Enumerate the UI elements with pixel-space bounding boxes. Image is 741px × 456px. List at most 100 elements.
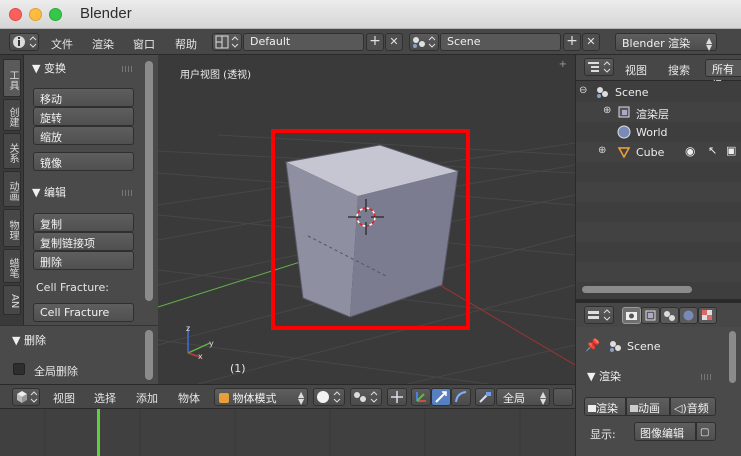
menu-window[interactable]: 窗口: [133, 36, 155, 52]
tab-create[interactable]: 创建: [3, 99, 21, 131]
render-engine-selector[interactable]: Blender 渲染: [615, 33, 717, 51]
global-delete-checkbox[interactable]: [13, 363, 25, 375]
render-image-button[interactable]: 渲染: [584, 397, 626, 416]
outliner-row-cube[interactable]: ⊕ Cube ◉ ↖ ▣: [576, 142, 741, 162]
menu-file[interactable]: 文件: [51, 36, 73, 52]
pin-icon[interactable]: 📌: [585, 338, 600, 352]
outliner-row-scene[interactable]: ⊖ Scene: [576, 82, 741, 102]
selectability-cursor-icon[interactable]: ↖: [708, 144, 717, 157]
translate-button[interactable]: 移动: [33, 88, 134, 107]
properties-region-toggle-icon[interactable]: +: [559, 59, 567, 70]
mirror-button[interactable]: 镜像: [33, 152, 134, 171]
texture-context-tab[interactable]: [698, 307, 717, 324]
properties-editor-type-button[interactable]: [584, 306, 614, 324]
minimize-window-button[interactable]: [29, 8, 42, 21]
world-context-tab[interactable]: [679, 307, 698, 324]
current-frame-marker[interactable]: [97, 409, 100, 456]
collapse-icon[interactable]: ⊖: [579, 85, 587, 96]
outliner-item-name: Scene: [615, 86, 649, 99]
tab-tools[interactable]: 工具: [3, 59, 21, 97]
manipulator-toggle[interactable]: [387, 388, 407, 406]
outliner-editor-type-button[interactable]: [584, 58, 614, 76]
viewport-shading-selector[interactable]: [313, 388, 345, 406]
screen-layout-selector[interactable]: [212, 33, 242, 51]
render-audio-label: 音频: [686, 402, 709, 415]
pivot-point-selector[interactable]: [350, 388, 382, 406]
translate-manipulator-button[interactable]: [411, 388, 431, 406]
duplicate-linked-button[interactable]: 复制链接项: [33, 232, 134, 251]
view3d-menu-select[interactable]: 选择: [94, 390, 116, 406]
properties-scrollbar[interactable]: [729, 331, 736, 383]
transform-panel-header[interactable]: ▼ 变换: [32, 60, 66, 76]
3d-viewport[interactable]: z y x 用户视图 (透视) (1) +: [158, 55, 575, 384]
add-scene-button[interactable]: +: [563, 33, 581, 51]
duplicate-button[interactable]: 复制: [33, 213, 134, 232]
maximize-window-button[interactable]: [49, 8, 62, 21]
outliner-menu-view[interactable]: 视图: [625, 62, 647, 78]
add-layout-button[interactable]: +: [366, 33, 384, 51]
expand-icon[interactable]: ⊕: [603, 105, 611, 116]
outliner-row-world[interactable]: World: [576, 122, 741, 142]
tab-grease-pencil[interactable]: 蜡笔: [3, 249, 21, 283]
scene-selector[interactable]: [409, 33, 439, 51]
panel-grip-icon[interactable]: [701, 374, 713, 380]
close-window-button[interactable]: [9, 8, 22, 21]
render-layers-context-tab[interactable]: [641, 307, 660, 324]
outliner-display-filter[interactable]: 所有场: [705, 59, 741, 92]
cell-fracture-button[interactable]: Cell Fracture: [33, 303, 134, 322]
remove-layout-button[interactable]: ✕: [385, 33, 403, 51]
svg-text:x: x: [198, 352, 203, 361]
tab-physics[interactable]: 物理: [3, 209, 21, 247]
expand-icon[interactable]: ⊕: [598, 145, 606, 156]
outliner-row-render-layers[interactable]: ⊕ 渲染层: [576, 102, 741, 122]
manipulator-icon: [391, 391, 403, 403]
delete-button[interactable]: 删除: [33, 251, 134, 270]
remove-scene-button[interactable]: ✕: [582, 33, 600, 51]
view3d-menu-object[interactable]: 物体: [178, 390, 200, 406]
cube-mesh[interactable]: [285, 144, 459, 318]
tab-animation[interactable]: 动画: [3, 171, 21, 207]
film-icon: [630, 405, 638, 412]
menu-help[interactable]: 帮助: [175, 36, 197, 52]
view3d-menu-add[interactable]: 添加: [136, 390, 158, 406]
object-mode-icon: [219, 393, 229, 403]
tab-an[interactable]: AN: [3, 285, 21, 315]
layer-toggle[interactable]: [553, 388, 573, 406]
editor-type-3dview-button[interactable]: [12, 388, 40, 406]
outliner-horizontal-scrollbar[interactable]: [582, 286, 692, 293]
operator-scrollbar[interactable]: [145, 330, 153, 380]
scale-button[interactable]: 缩放: [33, 126, 134, 145]
render-panel-header[interactable]: ▼ 渲染: [587, 368, 621, 384]
lock-interface-button[interactable]: ▢: [696, 422, 716, 441]
rotate-manipulator-button[interactable]: [431, 388, 451, 406]
visibility-eye-icon[interactable]: ◉: [685, 144, 695, 158]
operator-panel-header[interactable]: ▼ 删除: [12, 332, 46, 348]
editor-type-button[interactable]: [9, 33, 39, 51]
render-context-tab[interactable]: [622, 307, 641, 324]
rotate-button[interactable]: 旋转: [33, 107, 134, 126]
tab-relations[interactable]: 关系: [3, 133, 21, 169]
scale-manipulator-button[interactable]: [451, 388, 471, 406]
render-animation-button[interactable]: 动画: [626, 397, 670, 416]
renderability-camera-icon[interactable]: ▣: [726, 144, 736, 157]
interaction-mode-selector[interactable]: 物体模式: [214, 388, 308, 406]
edit-panel-header[interactable]: ▼ 编辑: [32, 184, 66, 200]
scene-context-tab[interactable]: [660, 307, 679, 324]
timeline-area[interactable]: [0, 408, 575, 456]
interaction-mode-label: 物体模式: [232, 392, 277, 405]
panel-grip-icon[interactable]: [122, 66, 134, 72]
outliner-menu-search[interactable]: 搜索: [668, 62, 690, 78]
outliner-header: 视图 搜索 所有场: [575, 55, 741, 92]
display-mode-selector[interactable]: 图像编辑: [634, 422, 696, 441]
screen-layout-name[interactable]: Default: [243, 33, 364, 51]
scene-icon: [597, 87, 608, 98]
toolshelf-scrollbar[interactable]: [145, 61, 153, 301]
menu-render[interactable]: 渲染: [92, 36, 114, 52]
render-audio-button[interactable]: ◁)音频: [670, 397, 716, 416]
transform-orientation-icon-button[interactable]: [475, 388, 495, 406]
panel-grip-icon[interactable]: [122, 190, 134, 196]
view3d-menu-view[interactable]: 视图: [53, 390, 75, 406]
cube-editor-icon: [17, 391, 38, 403]
scene-name-field[interactable]: Scene: [440, 33, 561, 51]
viewport-scene: z y x: [158, 129, 575, 384]
